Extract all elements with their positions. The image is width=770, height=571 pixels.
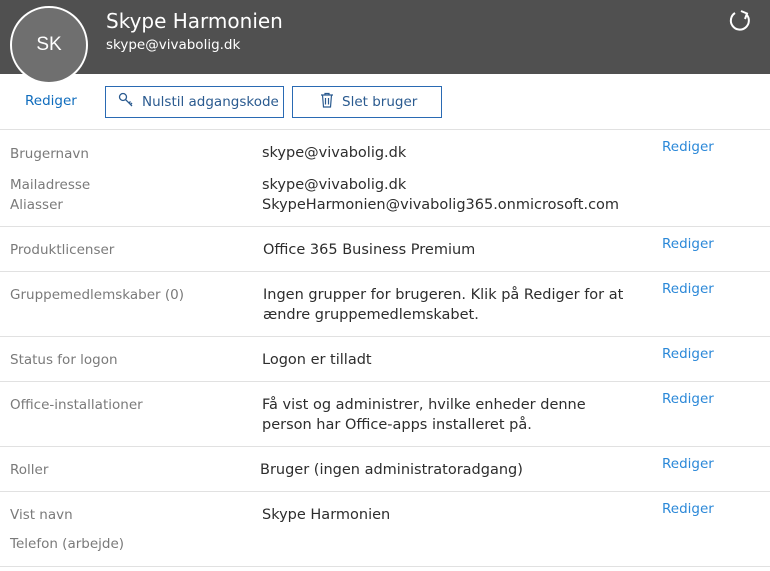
groups-value-line2: ændre gruppemedlemskabet. [263,307,479,323]
user-header: Skype Harmonien skype@vivabolig.dk [0,0,770,74]
reset-password-label: Nulstil adgangskode [142,94,279,110]
groups-label: Gruppemedlemskaber (0) [10,287,184,303]
delete-user-button[interactable]: Slet bruger [292,86,442,118]
edit-username-link[interactable]: Rediger [662,139,714,155]
delete-user-label: Slet bruger [342,94,418,110]
reset-password-button[interactable]: Nulstil adgangskode [105,86,284,118]
divider [0,226,770,227]
edit-groups-link[interactable]: Rediger [662,281,714,297]
licenses-value: Office 365 Business Premium [263,242,476,258]
aliases-value: SkypeHarmonien@vivabolig365.onmicrosoft.… [262,197,620,213]
roles-label: Roller [10,462,49,478]
divider [0,446,770,447]
phone-label: Telefon (arbejde) [10,536,125,552]
office-value-line2: person har Office-apps installeret på. [262,417,532,433]
username-label: Brugernavn [10,146,89,162]
divider [0,271,770,272]
edit-roles-link[interactable]: Rediger [662,456,714,472]
display-name-value: Skype Harmonien [262,507,391,523]
licenses-label: Produktlicenser [10,242,115,258]
logon-label: Status for logon [10,352,118,368]
user-display-name: Skype Harmonien [106,9,283,33]
groups-value-line1: Ingen grupper for brugeren. Klik på Redi… [263,287,624,303]
divider [0,566,770,567]
mail-value: skype@vivabolig.dk [262,177,407,193]
office-label: Office-installationer [10,397,143,413]
avatar: SK [10,6,88,84]
divider [0,336,770,337]
display-name-label: Vist navn [10,507,73,523]
refresh-icon[interactable] [727,8,753,34]
edit-logon-link[interactable]: Rediger [662,346,714,362]
divider [0,381,770,382]
logon-value: Logon er tilladt [262,352,372,368]
edit-display-name-link[interactable]: Rediger [662,501,714,517]
edit-office-link[interactable]: Rediger [662,391,714,407]
user-email: skype@vivabolig.dk [106,37,241,53]
edit-licenses-link[interactable]: Rediger [662,236,714,252]
divider [0,129,770,130]
aliases-label: Aliasser [10,197,63,213]
edit-user-link[interactable]: Rediger [25,93,77,109]
username-value: skype@vivabolig.dk [262,145,407,161]
divider [0,491,770,492]
roles-value: Bruger (ingen administratoradgang) [260,462,523,478]
trash-icon [320,92,342,112]
mail-label: Mailadresse [10,177,91,193]
key-icon [118,92,142,112]
office-value-line1: Få vist og administrer, hvilke enheder d… [262,397,586,413]
